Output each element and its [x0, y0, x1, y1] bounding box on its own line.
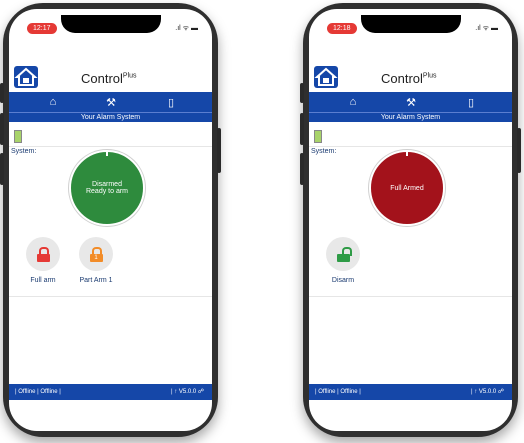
home-icon[interactable]: ⌂: [343, 96, 363, 108]
part-arm-1-button[interactable]: 1 Part Arm 1: [70, 237, 122, 284]
footer-version: | ↑ V5.0.0 ☍: [471, 389, 504, 395]
log-icon[interactable]: ▯: [461, 96, 481, 109]
full-arm-circle: [26, 237, 60, 271]
app-title: ControlPlus: [381, 71, 437, 86]
app-header: ControlPlus: [309, 44, 512, 92]
screen: 12:17 .ıl ᯤ ▬ ControlPlus ⌂ ⚒ ▯ Your Ala…: [9, 9, 212, 431]
notch: [60, 15, 161, 33]
link-icon[interactable]: ☍: [198, 389, 204, 395]
status-time: 12:17: [27, 23, 57, 34]
footer-status: | Offline | Offline |: [15, 389, 61, 395]
nav-bar: ⌂ ⚒ ▯: [309, 92, 512, 112]
unlock-icon: [336, 246, 352, 262]
full-arm-button[interactable]: Full arm: [17, 237, 69, 284]
phone-left: 12:17 .ıl ᯤ ▬ ControlPlus ⌂ ⚒ ▯ Your Ala…: [0, 3, 221, 437]
state-tick: [406, 150, 408, 156]
battery-icon: [14, 130, 22, 143]
power-button: [217, 128, 221, 173]
home-logo-icon[interactable]: [14, 66, 38, 88]
divider: [309, 296, 512, 297]
full-arm-label: Full arm: [30, 277, 56, 284]
state-line-1: Disarmed: [92, 181, 122, 188]
home-logo-icon[interactable]: [314, 66, 338, 88]
system-label: System:: [11, 148, 37, 155]
screen: 12:18 .ıl ᯤ ▬ ControlPlus ⌂ ⚒ ▯ Your Ala…: [309, 9, 512, 431]
signal-wifi-battery-icon: .ıl ᯤ ▬: [475, 25, 498, 32]
phone-right: 12:18 .ıl ᯤ ▬ ControlPlus ⌂ ⚒ ▯ Your Ala…: [300, 3, 521, 437]
volume-up-button: [0, 113, 4, 145]
zones-icon[interactable]: ⚒: [101, 96, 121, 109]
footer-bar: | Offline | Offline | | ↑ V5.0.0 ☍: [9, 384, 212, 400]
divider: [9, 146, 212, 147]
home-icon[interactable]: ⌂: [43, 96, 63, 108]
disarm-circle: [326, 237, 360, 271]
disarm-button[interactable]: Disarm: [317, 237, 369, 284]
volume-down-button: [0, 153, 4, 185]
system-state-button[interactable]: Disarmed Ready to arm: [69, 150, 145, 226]
footer-status: | Offline | Offline |: [315, 389, 361, 395]
state-line-2: Ready to arm: [85, 188, 129, 195]
state-tick: [106, 150, 108, 156]
signal-wifi-battery-icon: .ıl ᯤ ▬: [175, 25, 198, 32]
system-state-button[interactable]: Full Armed: [369, 150, 445, 226]
lock-icon: [36, 246, 50, 262]
nav-bar: ⌂ ⚒ ▯: [9, 92, 212, 112]
lock-1-icon: 1: [89, 246, 103, 262]
footer-version: | ↑ V5.0.0 ☍: [171, 389, 204, 395]
notch: [360, 15, 461, 33]
mute-switch: [0, 83, 4, 103]
link-icon[interactable]: ☍: [498, 389, 504, 395]
part-arm-1-label: Part Arm 1: [79, 277, 113, 284]
zones-icon[interactable]: ⚒: [401, 96, 421, 109]
part-arm-1-circle: 1: [79, 237, 113, 271]
divider: [9, 296, 212, 297]
log-icon[interactable]: ▯: [161, 96, 181, 109]
battery-icon: [314, 130, 322, 143]
divider: [309, 146, 512, 147]
app-header: ControlPlus: [9, 44, 212, 92]
volume-up-button: [300, 113, 304, 145]
system-label: System:: [311, 148, 337, 155]
subtitle-bar: Your Alarm System: [9, 112, 212, 122]
power-button: [517, 128, 521, 173]
footer-bar: | Offline | Offline | | ↑ V5.0.0 ☍: [309, 384, 512, 400]
state-line-1: Full Armed: [390, 184, 424, 192]
disarm-label: Disarm: [331, 277, 355, 284]
app-title: ControlPlus: [81, 71, 137, 86]
status-time: 12:18: [327, 23, 357, 34]
subtitle-bar: Your Alarm System: [309, 112, 512, 122]
volume-down-button: [300, 153, 304, 185]
mute-switch: [300, 83, 304, 103]
